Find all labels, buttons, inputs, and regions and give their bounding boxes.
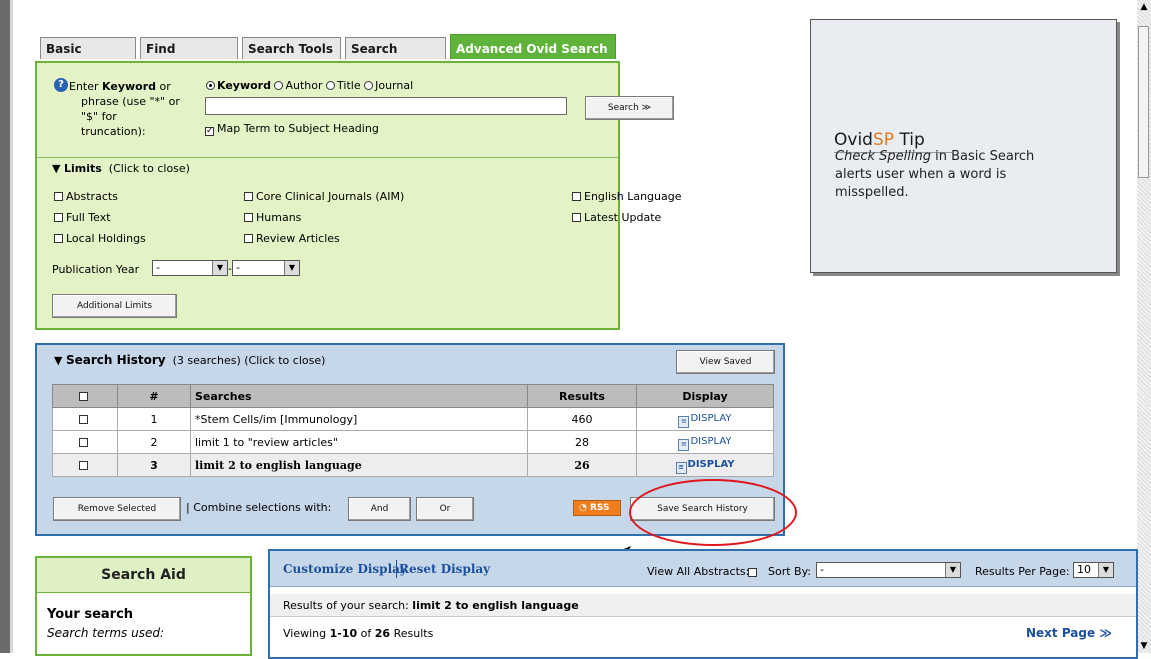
- results-of-search-text: Results of your search: limit 2 to engli…: [283, 599, 579, 612]
- viewing-results-text: Viewing 1-10 of 26 Results: [283, 627, 434, 640]
- checkbox-icon: [748, 568, 757, 577]
- customize-display-link[interactable]: Customize Display: [283, 562, 407, 576]
- link-separator: [396, 560, 397, 578]
- results-per-page-label: Results Per Page:: [975, 565, 1070, 578]
- view-all-abstracts-checkbox[interactable]: [748, 566, 760, 579]
- reset-display-link[interactable]: Reset Display: [399, 562, 490, 576]
- search-terms-used-label: Search terms used:: [47, 626, 164, 640]
- results-per-page-select[interactable]: 10 ▼: [1073, 562, 1114, 578]
- next-page-link[interactable]: Next Page ≫: [1026, 626, 1112, 640]
- sort-by-select[interactable]: - ▼: [816, 562, 961, 578]
- dropdown-arrow-icon: ▼: [945, 563, 960, 577]
- your-search-heading: Your search: [47, 607, 134, 622]
- view-all-abstracts-label: View All Abstracts:: [647, 565, 750, 578]
- sort-by-label: Sort By:: [768, 565, 812, 578]
- dropdown-arrow-icon: ▼: [1098, 563, 1113, 577]
- search-aid-title: Search Aid: [101, 567, 186, 583]
